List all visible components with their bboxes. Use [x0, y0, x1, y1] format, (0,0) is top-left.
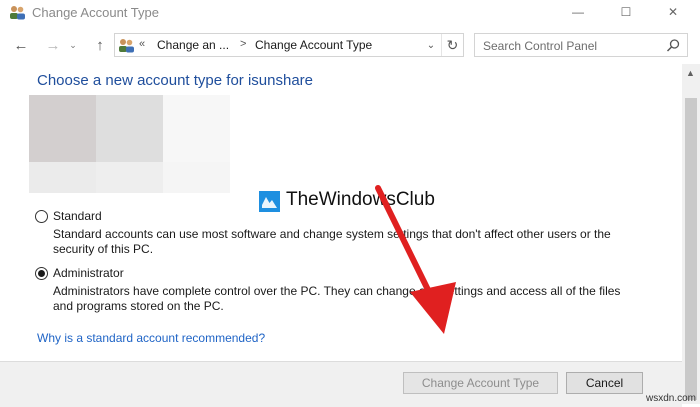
- radio-administrator[interactable]: [35, 267, 48, 280]
- forward-button[interactable]: →: [42, 34, 64, 56]
- description-line: and programs stored on the PC.: [53, 299, 224, 313]
- maximize-icon: ☐: [620, 5, 632, 19]
- description-line: Administrators have complete control ove…: [53, 284, 621, 298]
- minimize-button[interactable]: —: [555, 0, 601, 24]
- minimize-icon: —: [572, 5, 584, 19]
- up-button[interactable]: ↑: [89, 34, 111, 56]
- page-title: Choose a new account type for isunshare: [37, 72, 313, 89]
- avatar-block: [96, 162, 163, 193]
- description-line: Standard accounts can use most software …: [53, 227, 611, 241]
- up-arrow-icon: ↑: [96, 36, 104, 54]
- scroll-up-icon[interactable]: ▲: [686, 68, 695, 78]
- footer: Change Account Type Cancel: [0, 361, 682, 407]
- vertical-scrollbar[interactable]: ▲: [682, 64, 700, 404]
- close-icon: ✕: [667, 5, 679, 19]
- site-watermark: wsxdn.com: [646, 393, 697, 404]
- change-account-type-button[interactable]: Change Account Type: [403, 372, 558, 394]
- search-box[interactable]: [474, 33, 688, 57]
- avatar-block: [163, 95, 230, 162]
- content-area: Choose a new account type for isunshare …: [0, 64, 682, 361]
- address-bar[interactable]: « Change an ... > Change Account Type ⌄ …: [114, 33, 464, 57]
- user-accounts-icon: [119, 39, 134, 53]
- option-label-administrator[interactable]: Administrator: [53, 266, 124, 280]
- watermark-text: TheWindowsClub: [286, 189, 435, 210]
- window-title: Change Account Type: [32, 5, 159, 20]
- option-description-standard: Standard accounts can use most software …: [53, 227, 673, 257]
- breadcrumb-separator-icon: >: [240, 38, 247, 50]
- forward-arrow-icon: →: [45, 36, 61, 54]
- user-accounts-icon: [10, 6, 25, 20]
- recent-locations-button[interactable]: ⌄: [66, 34, 80, 56]
- why-standard-link[interactable]: Why is a standard account recommended?: [37, 331, 265, 345]
- title-bar: Change Account Type — ☐ ✕: [0, 0, 700, 26]
- overflow-icon[interactable]: «: [139, 38, 145, 50]
- breadcrumb-change-an[interactable]: Change an ...: [157, 38, 229, 52]
- back-arrow-icon: ←: [13, 36, 29, 54]
- option-standard[interactable]: Standard Standard accounts can use most …: [35, 209, 675, 259]
- avatar: [29, 95, 230, 193]
- navigation-bar: ← → ⌄ ↑ « Change an ... > Change Account…: [0, 31, 700, 61]
- scrollbar-thumb[interactable]: [685, 98, 697, 400]
- address-dropdown-icon[interactable]: ⌄: [423, 37, 439, 53]
- cancel-button[interactable]: Cancel: [566, 372, 643, 394]
- maximize-button[interactable]: ☐: [603, 0, 649, 24]
- avatar-block: [29, 95, 96, 162]
- option-administrator[interactable]: Administrator Administrators have comple…: [35, 266, 675, 316]
- radio-standard[interactable]: [35, 210, 48, 223]
- description-line: security of this PC.: [53, 242, 154, 256]
- avatar-block: [163, 162, 230, 193]
- search-icon[interactable]: [665, 38, 681, 54]
- option-label-standard[interactable]: Standard: [53, 209, 102, 223]
- option-description-administrator: Administrators have complete control ove…: [53, 284, 673, 314]
- avatar-block: [96, 95, 163, 162]
- back-button[interactable]: ←: [10, 34, 32, 56]
- search-input[interactable]: [483, 38, 658, 53]
- breadcrumb-change-account-type[interactable]: Change Account Type: [255, 38, 372, 52]
- avatar-block: [29, 162, 96, 193]
- chevron-down-icon: ⌄: [69, 39, 77, 50]
- refresh-icon[interactable]: ↻: [441, 34, 463, 56]
- close-button[interactable]: ✕: [650, 0, 696, 24]
